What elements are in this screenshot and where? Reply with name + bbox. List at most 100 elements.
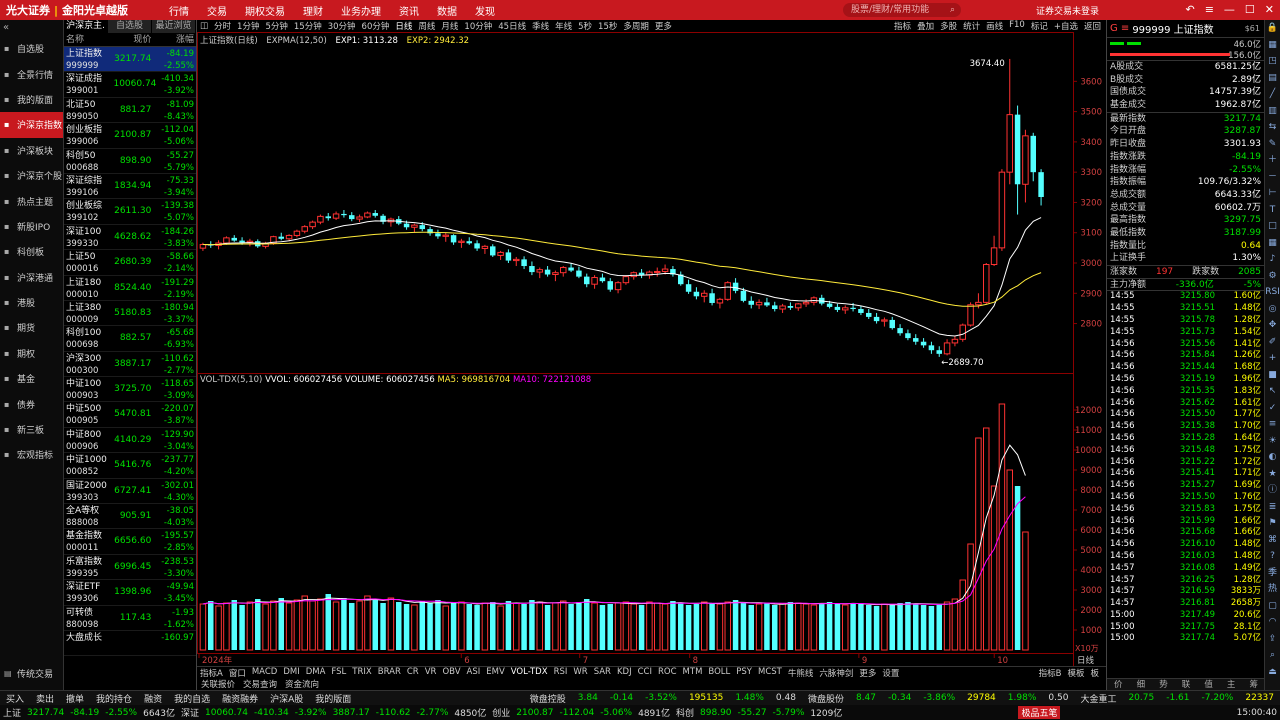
nav-item-5[interactable]: ▪ 沪深京个股 xyxy=(0,163,63,188)
nav-item-6[interactable]: ▪ 热点主题 xyxy=(0,188,63,213)
table-row[interactable]: 创业板指 399006 2100.87 -112.04 -5.06% xyxy=(64,123,196,149)
hot-icon[interactable]: 热 xyxy=(1265,581,1280,598)
index-ticker-name[interactable]: 上证 xyxy=(0,706,24,719)
indicator-tab-25[interactable]: 六脉神剑 xyxy=(816,667,856,679)
indicator-tab-20[interactable]: MTM xyxy=(680,667,706,679)
nav-item-1[interactable]: ▪ 全景行情 xyxy=(0,61,63,86)
indicator-tab-19[interactable]: ROC xyxy=(655,667,680,679)
table-row[interactable]: 中证800 000906 4140.29 -129.90 -3.04% xyxy=(64,428,196,454)
indicator-tab-18[interactable]: CCI xyxy=(635,667,655,679)
nav-item-11[interactable]: ▪ 期货 xyxy=(0,315,63,340)
menu-icon[interactable]: ≡ xyxy=(1205,3,1214,16)
quote-tab-3[interactable]: 联 xyxy=(1175,679,1198,690)
flag-icon[interactable]: ⚑ xyxy=(1265,515,1280,532)
indicator-tab-16[interactable]: SAR xyxy=(591,667,614,679)
quick-action-0[interactable]: 买入 xyxy=(0,692,30,705)
menu-item-0[interactable]: 行情 xyxy=(160,3,198,18)
menu-item-3[interactable]: 理财 xyxy=(294,3,332,18)
quick-action-6[interactable]: 融资融券 xyxy=(216,692,264,705)
grid-icon[interactable]: ▦ xyxy=(1265,235,1280,252)
quick-action-2[interactable]: 撤单 xyxy=(60,692,90,705)
tick-list[interactable]: 14:55 3215.80 1.60亿 14:55 3215.51 1.48亿 14:55 3… xyxy=(1107,290,1264,645)
table-row[interactable]: 科创50 000688 898.90 -55.27 -5.79% xyxy=(64,149,196,174)
indicator-tab-21[interactable]: BOLL xyxy=(705,667,733,679)
nav-item-16[interactable]: ▪ 宏观指标 xyxy=(0,442,63,467)
menu-item-4[interactable]: 业务办理 xyxy=(332,3,390,18)
indicator-tab-24[interactable]: 牛熊线 xyxy=(785,667,817,679)
cursor-icon[interactable]: ↖ xyxy=(1265,383,1280,400)
nav-item-10[interactable]: ▪ 港股 xyxy=(0,290,63,315)
table-row[interactable]: 深证成指 399001 10060.74 -410.34 -3.92% xyxy=(64,72,196,98)
table-row[interactable]: 上证50 000016 2680.39 -58.66 -2.14% xyxy=(64,250,196,276)
lock-icon[interactable]: 🔒 xyxy=(1265,20,1280,37)
table-icon[interactable]: ▤ xyxy=(1265,70,1280,87)
tab-main-indices[interactable]: 沪深京主. xyxy=(64,20,108,33)
note-icon[interactable]: □ xyxy=(1265,218,1280,235)
nav-traditional-trade[interactable]: ▤ 传统交易 xyxy=(0,661,53,686)
table-row[interactable]: 创业板综 399102 2611.30 -139.38 -5.07% xyxy=(64,199,196,225)
info-icon[interactable]: ⓘ xyxy=(1265,482,1280,499)
search-input[interactable]: 股票/理财/常用功能 ⌕ xyxy=(843,3,961,17)
nav-item-9[interactable]: ▪ 沪深港通 xyxy=(0,265,63,290)
indicator-tab-15[interactable]: WR xyxy=(570,667,590,679)
indicator-right-tab-1[interactable]: 模板 xyxy=(1064,667,1087,679)
indicator-tab-6[interactable]: TRIX xyxy=(349,667,374,679)
minimize-icon[interactable]: — xyxy=(1224,3,1235,16)
indicator-tab-2[interactable]: MACD xyxy=(249,667,280,679)
indicator-tab-13[interactable]: VOL-TDX xyxy=(508,667,551,679)
quote-tab-4[interactable]: 值 xyxy=(1197,679,1220,690)
ticker-name[interactable]: 微盘控股 xyxy=(524,692,572,705)
maximize-icon[interactable]: ☐ xyxy=(1245,3,1255,16)
quote-tab-0[interactable]: 价 xyxy=(1107,679,1130,690)
sub-tab-0[interactable]: 关联报价 xyxy=(197,678,239,690)
table-row[interactable]: 上证380 000009 5180.83 -180.94 -3.37% xyxy=(64,301,196,327)
index-ticker-name[interactable]: 科创 xyxy=(673,706,697,719)
quick-action-4[interactable]: 融资 xyxy=(138,692,168,705)
table-row[interactable]: 大盘成长 -160.97 xyxy=(64,631,196,657)
table-row[interactable]: 中证1000 000852 5416.76 -237.77 -4.20% xyxy=(64,453,196,479)
table-row[interactable]: 深证综指 399106 1834.94 -75.33 -3.94% xyxy=(64,174,196,200)
header-price[interactable]: 现价 xyxy=(114,33,151,46)
brush-icon[interactable]: ✐ xyxy=(1265,334,1280,351)
kline-chart[interactable]: 2800 2900 3000 3100 3200 3300 3400 3500 3600 1000… xyxy=(197,20,1106,666)
text-icon[interactable]: T xyxy=(1265,202,1280,219)
chart-icon[interactable]: ◳ xyxy=(1265,53,1280,70)
tab-recent[interactable]: 最近浏览 xyxy=(152,20,196,33)
quote-tab-5[interactable]: 主 xyxy=(1220,679,1243,690)
bell-icon[interactable]: ♪ xyxy=(1265,251,1280,268)
nav-item-4[interactable]: ▪ 沪深板块 xyxy=(0,138,63,163)
quote-tab-6[interactable]: 筹 xyxy=(1242,679,1265,690)
table-row[interactable]: 沪深300 000300 3887.17 -110.62 -2.77% xyxy=(64,352,196,378)
back-icon[interactable]: ↶ xyxy=(1185,3,1194,16)
quote-title-prefix[interactable]: G ≡ xyxy=(1110,23,1129,34)
nav-item-13[interactable]: ▪ 基金 xyxy=(0,366,63,391)
nav-item-3[interactable]: ▪ 沪深京指数 xyxy=(0,112,63,138)
nav-item-2[interactable]: ▪ 我的版面 xyxy=(0,87,63,112)
settings-icon[interactable]: ⚙ xyxy=(1265,268,1280,285)
nav-item-7[interactable]: ▪ 新股IPO xyxy=(0,214,63,239)
tile-icon[interactable]: ▦ xyxy=(1265,37,1280,54)
table-row[interactable]: 北证50 899050 881.27 -81.09 -8.43% xyxy=(64,98,196,124)
indicator-tab-8[interactable]: CR xyxy=(404,667,422,679)
quote-tab-1[interactable]: 细 xyxy=(1130,679,1153,690)
indicator-tab-12[interactable]: EMV xyxy=(483,667,508,679)
indicator-right-tab-2[interactable]: 板 xyxy=(1087,667,1102,679)
bar-icon[interactable]: ▥ xyxy=(1265,103,1280,120)
index-ticker-name[interactable]: 深证 xyxy=(178,706,202,719)
indicator-tab-9[interactable]: VR xyxy=(422,667,440,679)
indicator-tab-5[interactable]: FSL xyxy=(328,667,349,679)
help-icon[interactable]: ? xyxy=(1265,548,1280,565)
ruler-icon[interactable]: ⊢ xyxy=(1265,185,1280,202)
swap-icon[interactable]: ⇆ xyxy=(1265,119,1280,136)
indicator-tab-0[interactable]: 指标A xyxy=(197,667,226,679)
target-icon[interactable]: ◎ xyxy=(1265,301,1280,318)
square-icon[interactable]: ■ xyxy=(1265,367,1280,384)
vol-indicator[interactable]: VOL-TDX(5,10) xyxy=(200,375,262,385)
zoom-out-icon[interactable]: － xyxy=(1265,169,1280,186)
table-row[interactable]: 深证ETF 399306 1398.96 -49.94 -3.45% xyxy=(64,580,196,606)
rsi-icon[interactable]: RSI xyxy=(1265,284,1280,301)
clip-icon[interactable]: ⌘ xyxy=(1265,532,1280,549)
star-icon[interactable]: ★ xyxy=(1265,466,1280,483)
indicator-right-tab-0[interactable]: 指标B xyxy=(1036,667,1065,679)
share-icon[interactable]: ⇪ xyxy=(1265,631,1280,648)
